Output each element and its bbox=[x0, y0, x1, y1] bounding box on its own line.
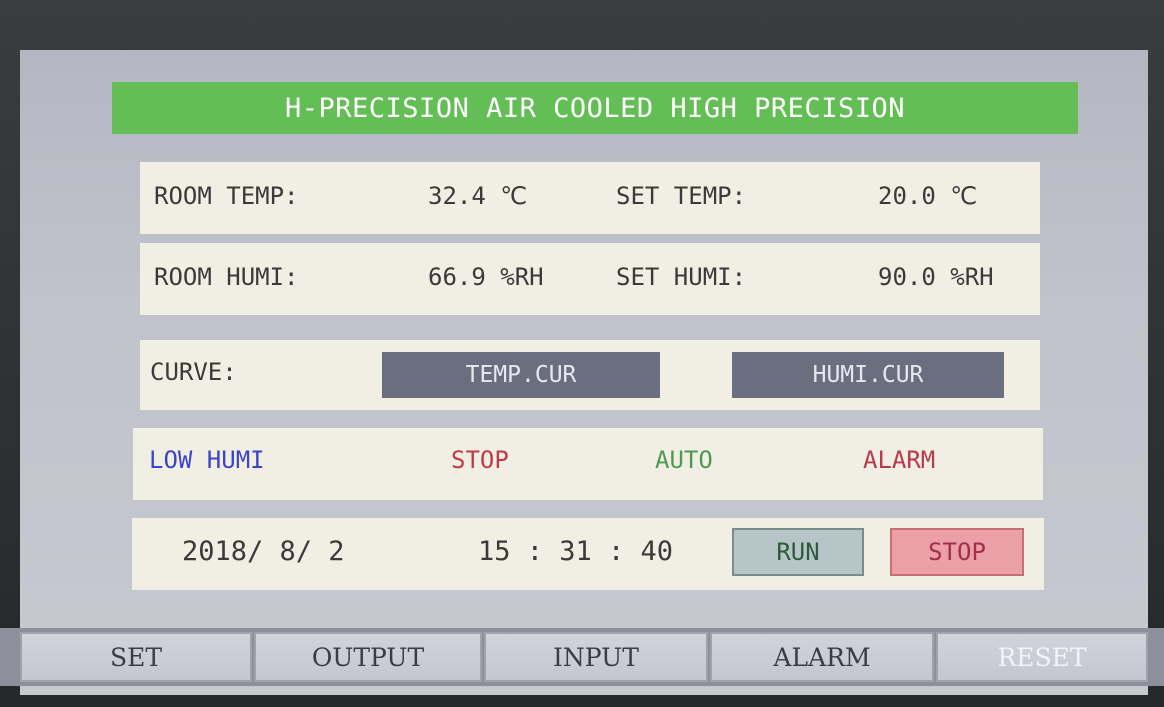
status-row: LOW HUMI STOP AUTO ALARM bbox=[133, 428, 1043, 500]
status-low-humi: LOW HUMI bbox=[149, 446, 265, 474]
tab-reset-label: RESET bbox=[997, 642, 1087, 672]
room-humi-value: 66.9 %RH bbox=[428, 263, 544, 291]
status-stop: STOP bbox=[451, 446, 509, 474]
tab-alarm[interactable]: ALARM bbox=[710, 632, 934, 682]
set-humi-value[interactable]: 90.0 %RH bbox=[878, 263, 994, 291]
humi-curve-button[interactable]: HUMI.CUR bbox=[732, 352, 1004, 398]
clock-row: 2018/ 8/ 2 15 : 31 : 40 RUN STOP bbox=[132, 518, 1044, 590]
hmi-screen: H-PRECISION AIR COOLED HIGH PRECISION RO… bbox=[20, 50, 1148, 695]
page-title: H-PRECISION AIR COOLED HIGH PRECISION bbox=[285, 92, 905, 124]
set-temp-value[interactable]: 20.0 ℃ bbox=[878, 182, 977, 210]
room-temp-label: ROOM TEMP: bbox=[154, 182, 299, 210]
temp-curve-button[interactable]: TEMP.CUR bbox=[382, 352, 660, 398]
tab-alarm-label: ALARM bbox=[773, 642, 871, 672]
time-display: 15 : 31 : 40 bbox=[478, 536, 674, 567]
status-auto: AUTO bbox=[655, 446, 713, 474]
tab-reset[interactable]: RESET bbox=[936, 632, 1148, 682]
tab-input-label: INPUT bbox=[553, 642, 639, 672]
run-button-label: RUN bbox=[776, 538, 820, 566]
humi-curve-button-label: HUMI.CUR bbox=[812, 362, 924, 388]
tab-input[interactable]: INPUT bbox=[484, 632, 708, 682]
temp-curve-button-label: TEMP.CUR bbox=[465, 362, 577, 388]
curve-label: CURVE: bbox=[150, 358, 237, 386]
tab-set-label: SET bbox=[109, 642, 163, 672]
date-display: 2018/ 8/ 2 bbox=[182, 536, 345, 567]
set-temp-label: SET TEMP: bbox=[616, 182, 747, 210]
room-humi-label: ROOM HUMI: bbox=[154, 263, 299, 291]
humidity-row: ROOM HUMI: 66.9 %RH SET HUMI: 90.0 %RH bbox=[140, 243, 1040, 315]
bottom-tab-bar: SET OUTPUT INPUT ALARM RESET bbox=[0, 628, 1164, 686]
tab-set[interactable]: SET bbox=[20, 632, 252, 682]
title-bar: H-PRECISION AIR COOLED HIGH PRECISION bbox=[112, 82, 1078, 134]
status-alarm: ALARM bbox=[863, 446, 936, 474]
tab-output[interactable]: OUTPUT bbox=[254, 632, 482, 682]
temperature-row: ROOM TEMP: 32.4 ℃ SET TEMP: 20.0 ℃ bbox=[140, 162, 1040, 234]
tab-output-label: OUTPUT bbox=[311, 642, 425, 672]
curve-row: CURVE: TEMP.CUR HUMI.CUR bbox=[140, 340, 1040, 410]
set-humi-label: SET HUMI: bbox=[616, 263, 747, 291]
stop-button-label: STOP bbox=[928, 538, 986, 566]
room-temp-value: 32.4 ℃ bbox=[428, 182, 528, 210]
run-button[interactable]: RUN bbox=[732, 528, 864, 576]
stop-button[interactable]: STOP bbox=[890, 528, 1024, 576]
